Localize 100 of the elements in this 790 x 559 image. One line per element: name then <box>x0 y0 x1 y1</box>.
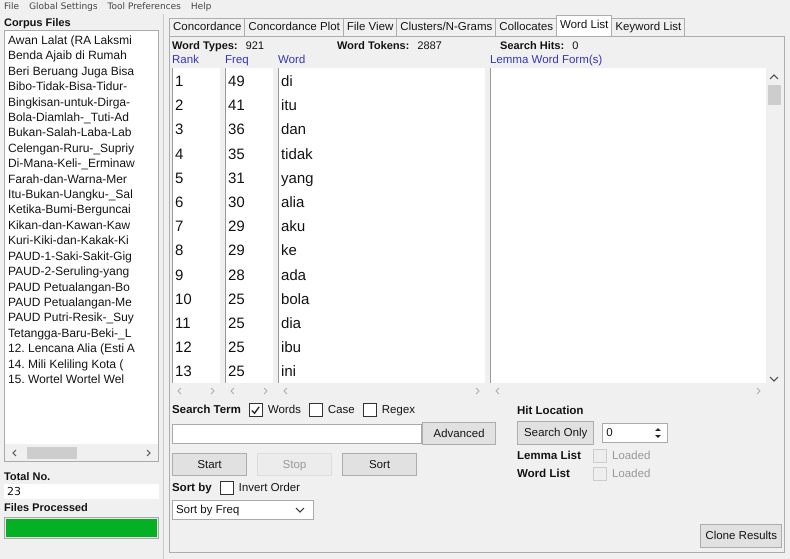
table-cell-text: ini <box>280 362 298 382</box>
menu-item[interactable]: Global Settings <box>29 0 98 14</box>
corpus-entry[interactable]: Bola-Diamlah-_Tuti-Ad <box>8 110 155 126</box>
checkbox-label: Loaded <box>612 450 650 462</box>
stat-label: Search Hits: <box>500 39 564 53</box>
clone-results-button[interactable]: Clone Results <box>700 524 782 548</box>
section-title: Corpus Files <box>4 16 72 30</box>
checkbox-label: Loaded <box>612 468 650 480</box>
stat-value: 921 <box>246 39 264 53</box>
chevron-left-icon[interactable] <box>11 448 19 456</box>
table-cell-text: 35 <box>227 144 246 165</box>
checkbox-label: Regex <box>382 404 415 416</box>
column-header[interactable]: Lemma Word Form(s) <box>490 53 766 68</box>
tab[interactable]: Word List <box>556 15 612 36</box>
table-cell-text: alia <box>280 193 306 214</box>
advanced-button[interactable]: Advanced <box>422 422 496 445</box>
label: Hit Location <box>517 405 584 417</box>
table-cell-text: ada <box>280 266 308 286</box>
corpus-entry[interactable]: Bingkisan-untuk-Dirga- <box>8 94 155 110</box>
corpus-entry[interactable]: Farah-dan-Warna-Mer <box>8 172 155 188</box>
corpus-entry[interactable]: Ketika-Bumi-Berguncai <box>8 202 155 218</box>
table-cell-text: 25 <box>227 338 246 358</box>
table-cell-text: ke <box>280 241 298 262</box>
corpus-entry[interactable]: 15. Wortel Wortel Wel <box>8 372 155 388</box>
label: Word List <box>517 468 571 480</box>
table-cell-text: 28 <box>227 266 246 286</box>
checkbox[interactable] <box>248 403 263 417</box>
corpus-entry[interactable]: Awan Lalat (RA Laksmi <box>8 33 155 48</box>
corpus-entry[interactable]: Itu-Bukan-Uangku-_Sal <box>8 187 155 202</box>
corpus-entry[interactable]: PAUD Petualangan-Me <box>8 294 155 310</box>
checkbox[interactable] <box>362 403 377 417</box>
corpus-entry[interactable]: PAUD Putri-Resik-_Suy <box>8 310 155 326</box>
menu-item[interactable]: File <box>4 0 20 14</box>
corpus-entry[interactable]: 12. Lencana Alia (Esti A <box>8 341 155 357</box>
table-cell-text: 49 <box>227 72 246 92</box>
action-button[interactable]: Start <box>172 453 247 476</box>
corpus-entry[interactable]: 14. Mili Keliling Kota ( <box>8 356 155 372</box>
table-cell-text: 29 <box>227 217 246 238</box>
action-button[interactable]: Sort <box>342 453 417 476</box>
menu-item[interactable]: Tool Preferences <box>108 0 181 14</box>
corpus-entry[interactable]: Bukan-Salah-Laba-Lab <box>8 125 155 141</box>
stat-label: Word Tokens: <box>337 39 410 53</box>
tab[interactable]: Keyword List <box>611 18 686 36</box>
scroll-thumb[interactable] <box>768 85 780 105</box>
scrollbar[interactable] <box>5 444 158 461</box>
table-cell-text: ibu <box>280 338 302 358</box>
chevron-up-icon[interactable] <box>769 73 779 81</box>
chevron-down-icon[interactable] <box>769 375 779 383</box>
corpus-entry[interactable]: Benda Ajaib di Rumah <box>8 48 155 64</box>
corpus-entry[interactable]: PAUD Petualangan-Bo <box>8 280 155 295</box>
stat-value: 0 <box>572 39 578 53</box>
corpus-entry[interactable]: Kikan-dan-Kawan-Kaw <box>8 218 155 234</box>
corpus-entry[interactable]: Bibo-Tidak-Bisa-Tidur- <box>8 79 155 95</box>
table-cell-text: itu <box>280 96 298 116</box>
checkbox[interactable] <box>220 481 234 495</box>
checkbox-label: Invert Order <box>238 482 300 494</box>
column-header[interactable]: Freq <box>225 53 273 68</box>
table-cell-text: 29 <box>227 241 246 262</box>
label: Total No. <box>4 470 52 484</box>
corpus-entry[interactable]: Celengan-Ruru-_Supriy <box>8 140 155 156</box>
table-cell-text: dia <box>280 314 302 334</box>
table-cell-text: 25 <box>227 290 246 310</box>
column-header[interactable]: Rank <box>172 53 220 68</box>
corpus-entry[interactable]: PAUD-2-Seruling-yang <box>8 264 155 280</box>
table-cell-text: di <box>280 72 294 92</box>
caret-icon <box>295 507 305 513</box>
corpus-entry[interactable]: Beri Beruang Juga Bisa <box>8 64 155 80</box>
table-cell-text: yang <box>280 168 315 189</box>
table-cell-text: 7 <box>174 217 184 238</box>
table-cell-text: 8 <box>174 241 184 262</box>
label: Search Term <box>172 404 241 416</box>
checkbox[interactable] <box>308 403 323 417</box>
table-cell-text: 10 <box>174 290 193 310</box>
table-cell-text: 13 <box>174 362 193 382</box>
table-cell-text: 12 <box>174 338 193 358</box>
corpus-entry[interactable]: Tetangga-Baru-Beki-_L <box>8 326 155 342</box>
stat-label: Word Types: <box>172 39 238 53</box>
column-header[interactable]: Word <box>278 53 485 68</box>
search-only-button[interactable]: Search Only <box>517 421 594 445</box>
table-cell-text: 25 <box>227 314 246 334</box>
table-cell-text: dan <box>280 120 308 140</box>
search-field[interactable] <box>172 424 422 444</box>
table-cell-text: 41 <box>227 96 246 116</box>
label: Files Processed <box>4 501 89 515</box>
table-cell-text: 25 <box>227 362 246 382</box>
label: Lemma List <box>517 450 582 462</box>
corpus-entry[interactable]: Kuri-Kiki-dan-Kakak-Ki <box>8 233 155 249</box>
scroll-thumb[interactable] <box>27 446 77 458</box>
chevron-right-icon[interactable] <box>144 448 152 456</box>
tab[interactable]: Concordance <box>169 18 246 36</box>
table-cell-text: 3 <box>174 120 184 140</box>
number-spinner[interactable]: 0 <box>602 423 668 443</box>
corpus-entry[interactable]: PAUD-1-Saki-Sakit-Gig <box>8 248 155 264</box>
corpus-entry[interactable]: Di-Mana-Keli-_Erminaw <box>8 156 155 172</box>
table-cell-text: 9 <box>174 266 184 286</box>
table-cell-text: 6 <box>174 193 184 214</box>
stat-value: 2887 <box>417 39 442 53</box>
checkbox-label: Words <box>268 404 301 416</box>
menu-item[interactable]: Help <box>190 0 212 14</box>
sort-dropdown[interactable]: Sort by Freq <box>172 500 314 520</box>
